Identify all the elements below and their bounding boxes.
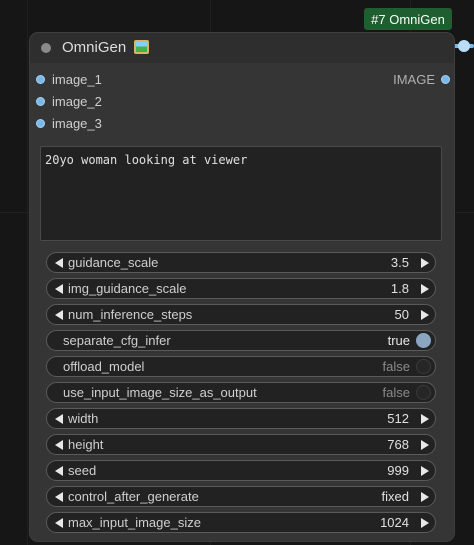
input-slot-image-1[interactable]: image_1	[36, 70, 102, 88]
toggle-label: use_input_image_size_as_output	[63, 385, 257, 400]
decrement-arrow-icon[interactable]	[55, 465, 63, 476]
widget-label: seed	[68, 463, 97, 478]
widget-value[interactable]: 50	[395, 307, 409, 322]
input-slot-dot-icon[interactable]	[36, 96, 45, 106]
increment-arrow-icon[interactable]	[421, 465, 429, 476]
widget-label: max_input_image_size	[68, 515, 201, 530]
widget-value[interactable]: 768	[387, 437, 409, 452]
increment-arrow-icon[interactable]	[421, 257, 429, 268]
toggle-label: separate_cfg_infer	[63, 333, 171, 348]
input-slot-image-3[interactable]: image_3	[36, 114, 102, 132]
widget-use-input-image-size-as-output[interactable]: use_input_image_size_as_output false	[46, 382, 436, 403]
node-id-badge: #7 OmniGen	[364, 8, 452, 30]
increment-arrow-icon[interactable]	[421, 491, 429, 502]
toggle-on-icon[interactable]	[416, 333, 431, 348]
widget-seed[interactable]: seed 999	[46, 460, 436, 481]
canvas-grid-line	[27, 0, 28, 545]
widget-width[interactable]: width 512	[46, 408, 436, 429]
decrement-arrow-icon[interactable]	[55, 517, 63, 528]
decrement-arrow-icon[interactable]	[55, 439, 63, 450]
prompt-textarea[interactable]: 20yo woman looking at viewer	[40, 146, 442, 241]
increment-arrow-icon[interactable]	[421, 309, 429, 320]
node-title: OmniGen	[62, 39, 127, 56]
widget-height[interactable]: height 768	[46, 434, 436, 455]
output-slot-dot-icon[interactable]	[441, 74, 450, 84]
widget-label: num_inference_steps	[68, 307, 193, 322]
widget-max-input-image-size[interactable]: max_input_image_size 1024	[46, 512, 436, 533]
toggle-value: true	[387, 333, 410, 348]
widget-label: control_after_generate	[68, 489, 199, 504]
widget-value[interactable]: 1024	[380, 515, 409, 530]
increment-arrow-icon[interactable]	[421, 517, 429, 528]
node-header[interactable]: OmniGen	[30, 33, 454, 63]
decrement-arrow-icon[interactable]	[55, 309, 63, 320]
widget-value[interactable]: 3.5	[391, 255, 409, 270]
increment-arrow-icon[interactable]	[421, 283, 429, 294]
increment-arrow-icon[interactable]	[421, 439, 429, 450]
decrement-arrow-icon[interactable]	[55, 283, 63, 294]
increment-arrow-icon[interactable]	[421, 413, 429, 424]
input-slot-dot-icon[interactable]	[36, 74, 45, 84]
widget-label: guidance_scale	[68, 255, 159, 270]
output-slot-label: IMAGE	[393, 71, 435, 87]
input-slot-image-2[interactable]: image_2	[36, 92, 102, 110]
widget-label: width	[68, 411, 99, 426]
omnigen-node[interactable]: OmniGen image_1 image_2 image_3 IMAGE 20…	[30, 33, 454, 541]
input-slot-dot-icon[interactable]	[36, 118, 45, 128]
decrement-arrow-icon[interactable]	[55, 257, 63, 268]
decrement-arrow-icon[interactable]	[55, 491, 63, 502]
widget-label: height	[68, 437, 104, 452]
input-slot-label: image_1	[52, 71, 102, 87]
decrement-arrow-icon[interactable]	[55, 413, 63, 424]
collapse-toggle-icon[interactable]	[41, 43, 51, 53]
toggle-value: false	[382, 385, 410, 400]
input-slot-label: image_3	[52, 115, 102, 131]
widget-offload-model[interactable]: offload_model false	[46, 356, 436, 377]
widget-value[interactable]: 999	[387, 463, 409, 478]
toggle-off-icon[interactable]	[416, 385, 431, 400]
widget-control-after-generate[interactable]: control_after_generate fixed	[46, 486, 436, 507]
widget-label: img_guidance_scale	[68, 281, 187, 296]
widget-value[interactable]: 512	[387, 411, 409, 426]
framed-picture-icon	[134, 40, 149, 54]
widget-guidance-scale[interactable]: guidance_scale 3.5	[46, 252, 436, 273]
toggle-value: false	[382, 359, 410, 374]
widget-separate-cfg-infer[interactable]: separate_cfg_infer true	[46, 330, 436, 351]
widget-img-guidance-scale[interactable]: img_guidance_scale 1.8	[46, 278, 436, 299]
output-slot-image[interactable]: IMAGE	[393, 70, 450, 88]
widget-value[interactable]: 1.8	[391, 281, 409, 296]
widget-num-inference-steps[interactable]: num_inference_steps 50	[46, 304, 436, 325]
output-link-endpoint[interactable]	[458, 40, 470, 52]
input-slot-label: image_2	[52, 93, 102, 109]
widget-value[interactable]: fixed	[382, 489, 409, 504]
toggle-label: offload_model	[63, 359, 145, 374]
toggle-off-icon[interactable]	[416, 359, 431, 374]
